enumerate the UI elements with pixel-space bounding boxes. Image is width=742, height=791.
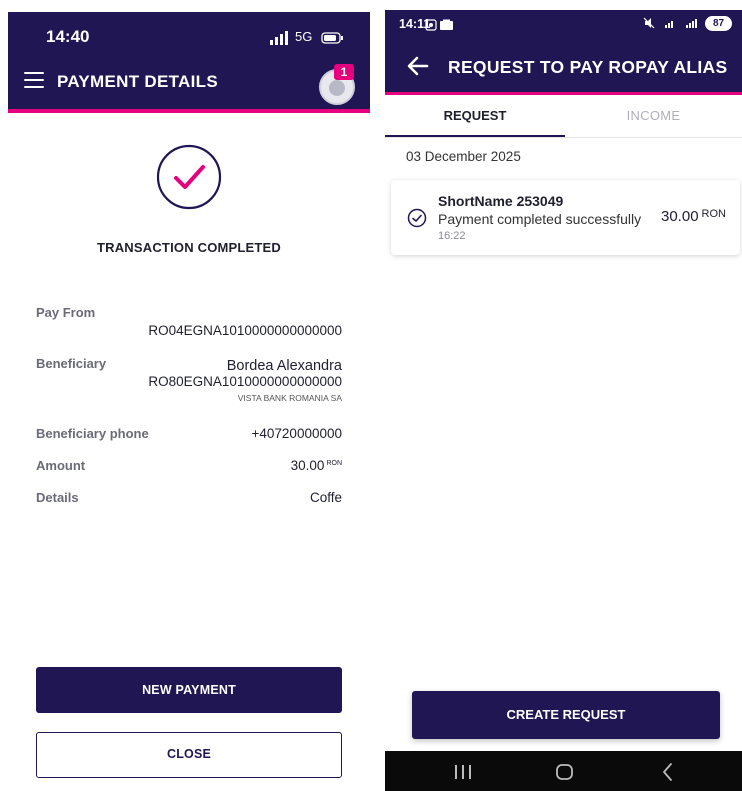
- amount-label: Amount: [36, 458, 86, 473]
- system-nav-bar: [385, 751, 742, 791]
- page-title: PAYMENT DETAILS: [57, 72, 218, 91]
- check-circle-icon: [156, 144, 222, 210]
- beneficiary-label: Beneficiary: [36, 356, 107, 371]
- transaction-card[interactable]: ShortName 253049 Payment completed succe…: [391, 180, 740, 255]
- transaction-description: Payment completed successfully: [438, 211, 642, 227]
- details-label: Details: [36, 490, 79, 505]
- back-nav-icon[interactable]: [638, 751, 698, 791]
- beneficiary-phone-label: Beneficiary phone: [36, 426, 149, 441]
- mute-signal-icons: [643, 17, 697, 29]
- details-value: Coffe: [309, 490, 342, 505]
- tab-divider: [385, 137, 742, 138]
- accent-line: [385, 92, 742, 95]
- payment-details-screen: 14:40 5G PAYMENT DETAILS 1 TRANSACTION C…: [8, 12, 370, 791]
- network-type: 5G: [295, 29, 313, 44]
- amount-number: 30.00: [290, 458, 325, 473]
- close-button[interactable]: CLOSE: [36, 732, 342, 778]
- amount-value: 30.00 RON: [291, 458, 342, 473]
- pay-from-value: RO04EGNA1010000000000000: [148, 323, 342, 338]
- transaction-name: ShortName 253049: [438, 193, 564, 209]
- tab-income[interactable]: INCOME: [565, 108, 742, 123]
- page-title: REQUEST TO PAY ROPAY ALIAS: [448, 57, 728, 77]
- date-header: 03 December 2025: [406, 149, 521, 164]
- transaction-currency: RON: [701, 208, 726, 220]
- accent-line: [8, 109, 370, 113]
- beneficiary-name: Bordea Alexandra: [226, 358, 342, 374]
- home-icon[interactable]: [535, 751, 595, 791]
- status-time: 14:40: [46, 27, 90, 46]
- beneficiary-phone-value: +40720000000: [251, 426, 342, 441]
- recent-apps-icon[interactable]: [433, 751, 493, 791]
- transaction-amount-number: 30.00: [661, 208, 699, 225]
- beneficiary-iban: RO80EGNA1010000000000000: [148, 374, 342, 389]
- tab-request[interactable]: REQUEST: [385, 108, 565, 123]
- request-to-pay-screen: 14:11 87 REQUEST TO PAY ROPAY ALIAS REQU…: [385, 10, 742, 791]
- hamburger-menu-icon[interactable]: [24, 72, 44, 88]
- check-circle-icon: [407, 208, 427, 228]
- transaction-time: 16:22: [438, 230, 466, 242]
- amount-currency: RON: [326, 459, 342, 467]
- battery-indicator: 87: [705, 16, 732, 31]
- notification-icons: [425, 19, 453, 31]
- notification-badge: 1: [334, 64, 354, 80]
- new-payment-button[interactable]: NEW PAYMENT: [36, 667, 342, 713]
- transaction-status: TRANSACTION COMPLETED: [96, 240, 282, 255]
- back-arrow-icon[interactable]: [407, 56, 429, 76]
- transaction-amount: 30.00 RON: [661, 208, 726, 225]
- create-request-button[interactable]: CREATE REQUEST: [412, 691, 720, 739]
- beneficiary-bank: VISTA BANK ROMANIA SA: [237, 393, 342, 403]
- pay-from-label: Pay From: [36, 305, 96, 320]
